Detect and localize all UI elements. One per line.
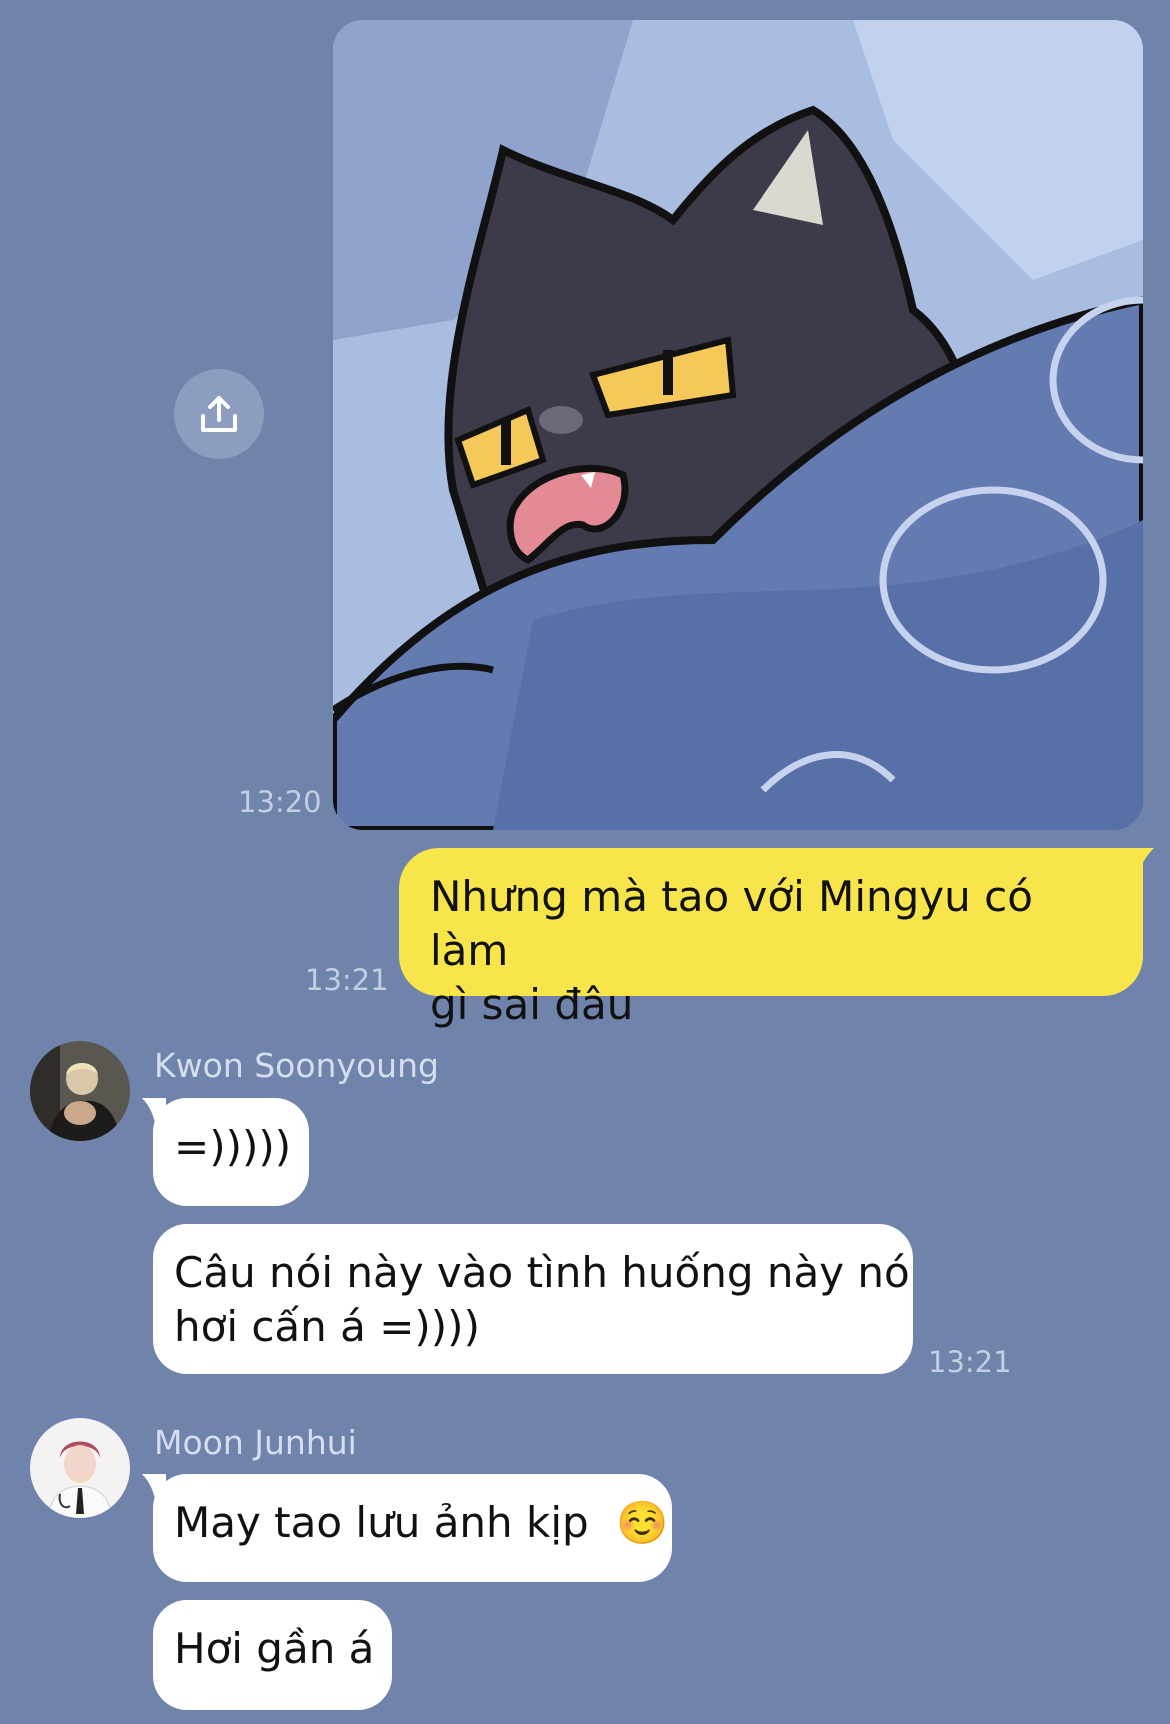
share-upload-icon <box>201 396 237 432</box>
message-text: =))))) <box>174 1122 292 1171</box>
avatar-photo <box>30 1418 130 1518</box>
incoming-message-bubble[interactable]: Câu nói này vào tình huống này nó hơi cấ… <box>153 1224 913 1374</box>
bubble-tail <box>1128 848 1154 878</box>
smiling-face-emoji-icon: ☺️ <box>616 1498 669 1547</box>
avatar[interactable] <box>30 1041 130 1141</box>
outgoing-message-bubble[interactable]: Nhưng mà tao với Mingyu có làm gì sai đâ… <box>399 848 1143 1029</box>
message-text-line: hơi cấn á =)))) <box>174 1302 480 1351</box>
incoming-message-bubble[interactable]: Hơi gần á <box>153 1600 392 1710</box>
message-time: 13:20 <box>238 785 322 819</box>
message-text-line: Câu nói này vào tình huống này nó <box>174 1248 910 1297</box>
message-text-line: gì sai đâu <box>430 980 634 1029</box>
message-text: Hơi gần á <box>174 1624 375 1673</box>
incoming-message-bubble[interactable]: May tao lưu ảnh kịp ☺️ <box>153 1474 672 1582</box>
message-text-line: Nhưng mà tao với Mingyu có làm <box>430 872 1033 975</box>
incoming-message-bubble[interactable]: =))))) <box>153 1098 309 1206</box>
message-time: 13:21 <box>928 1345 1012 1379</box>
avatar[interactable] <box>30 1418 130 1518</box>
sender-name: Moon Junhui <box>154 1423 357 1462</box>
message-time: 13:21 <box>305 963 389 997</box>
share-button[interactable] <box>174 369 264 459</box>
sender-name: Kwon Soonyoung <box>154 1046 439 1085</box>
cat-sticker-image[interactable] <box>333 20 1143 830</box>
message-text: May tao lưu ảnh kịp <box>174 1498 589 1547</box>
avatar-photo <box>30 1041 130 1141</box>
cat-sticker-illustration <box>333 20 1143 830</box>
